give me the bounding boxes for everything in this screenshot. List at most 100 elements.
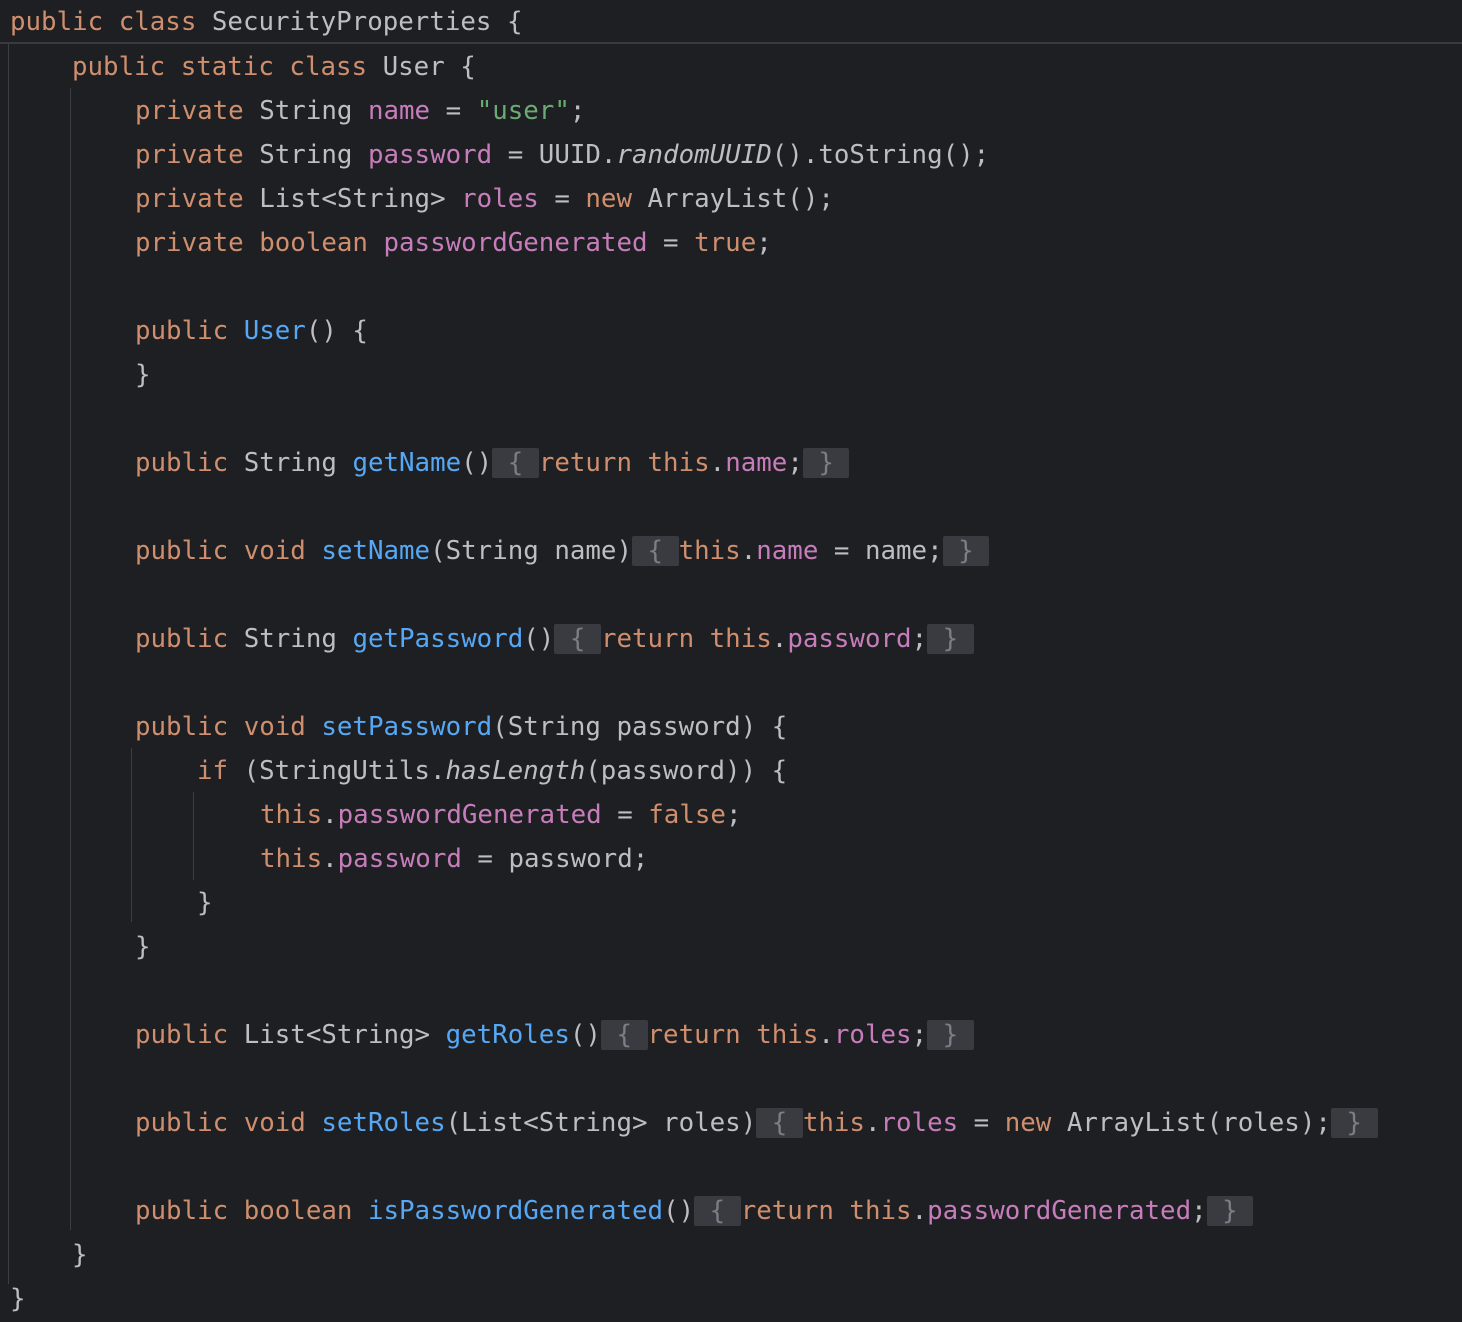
code-token: (String password) { <box>492 712 788 742</box>
code-line-if-close[interactable]: } <box>197 881 213 925</box>
method-token: setName <box>321 536 431 566</box>
code-line-get-name[interactable]: public String getName() { return this.na… <box>135 441 850 485</box>
fold-marker[interactable]: { <box>632 536 679 566</box>
code-line-is-password-generated[interactable]: public boolean isPasswordGenerated() { r… <box>135 1189 1254 1233</box>
code-token: = name; <box>818 536 943 566</box>
code-token: ; <box>725 800 742 830</box>
code-line-get-roles[interactable]: public List<String> getRoles() { return … <box>135 1013 974 1057</box>
code-line-field-name[interactable]: private String name = "user"; <box>135 89 585 133</box>
code-line-inner-class-close[interactable]: } <box>72 1233 88 1277</box>
code-token: = <box>647 228 695 258</box>
indent-guide <box>8 44 9 1284</box>
keyword-token: true <box>694 228 757 258</box>
keyword-token: public <box>135 624 244 654</box>
code-token: . <box>818 1020 834 1050</box>
field-token: password <box>787 624 912 654</box>
code-token: String <box>259 96 368 126</box>
code-token: } <box>197 888 213 918</box>
code-token: = <box>601 800 649 830</box>
keyword-token: return this <box>740 1196 912 1226</box>
keyword-token: this <box>260 844 323 874</box>
keyword-token: public void <box>135 536 322 566</box>
fold-marker[interactable]: } <box>802 448 850 478</box>
code-line-assign-password-generated[interactable]: this.passwordGenerated = false; <box>260 793 741 837</box>
keyword-token: private boolean <box>135 228 384 258</box>
keyword-token: new <box>585 184 648 214</box>
code-line-set-roles[interactable]: public void setRoles(List<String> roles)… <box>135 1101 1378 1145</box>
code-line-class-declaration[interactable]: public class SecurityProperties { <box>10 0 523 44</box>
code-token: ; <box>911 1020 928 1050</box>
code-editor[interactable]: public class SecurityProperties { public… <box>0 0 1462 1322</box>
fold-marker[interactable]: { <box>554 624 601 654</box>
field-token: roles <box>833 1020 912 1050</box>
code-line-set-password-close[interactable]: } <box>135 925 151 969</box>
code-line-get-password[interactable]: public String getPassword() { return thi… <box>135 617 974 661</box>
keyword-token: return this <box>600 624 772 654</box>
code-line-set-password[interactable]: public void setPassword(String password)… <box>135 705 787 749</box>
code-token: () <box>461 448 493 478</box>
code-token: ; <box>756 228 772 258</box>
code-token: SecurityProperties { <box>211 7 523 37</box>
static-method-token: randomUUID <box>616 140 772 170</box>
code-line-constructor-close[interactable]: } <box>135 353 151 397</box>
code-line-set-name[interactable]: public void setName(String name) { this.… <box>135 529 990 573</box>
field-token: password <box>337 844 462 874</box>
code-token: . <box>322 800 338 830</box>
code-token: . <box>322 844 338 874</box>
method-token: setPassword <box>321 712 493 742</box>
code-token: (password)) { <box>585 756 788 786</box>
keyword-token: if <box>197 756 244 786</box>
code-token: String <box>259 140 368 170</box>
field-token: passwordGenerated <box>337 800 602 830</box>
code-token: ; <box>1191 1196 1207 1226</box>
fold-marker[interactable]: } <box>942 536 990 566</box>
code-token: = <box>538 184 586 214</box>
keyword-token: private <box>135 96 260 126</box>
code-line-constructor[interactable]: public User() { <box>135 309 368 353</box>
code-token: (StringUtils. <box>243 756 446 786</box>
code-line-assign-password[interactable]: this.password = password; <box>260 837 648 881</box>
code-line-field-password[interactable]: private String password = UUID.randomUUI… <box>135 133 989 177</box>
method-token: getName <box>352 448 462 478</box>
code-token: = <box>958 1108 1005 1138</box>
fold-marker[interactable]: { <box>756 1108 803 1138</box>
code-token: () { <box>305 316 368 346</box>
code-line-class-close[interactable]: } <box>10 1277 26 1321</box>
code-token: = UUID. <box>492 140 617 170</box>
keyword-token: public void <box>135 712 322 742</box>
code-line-field-roles[interactable]: private List<String> roles = new ArrayLi… <box>135 177 834 221</box>
fold-marker[interactable]: { <box>492 448 539 478</box>
code-line-field-password-generated[interactable]: private boolean passwordGenerated = true… <box>135 221 772 265</box>
field-token: name <box>367 96 431 126</box>
code-token: . <box>864 1108 881 1138</box>
field-token: roles <box>461 184 539 214</box>
code-token: . <box>771 624 788 654</box>
code-line-if-has-length[interactable]: if (StringUtils.hasLength(password)) { <box>197 749 787 793</box>
keyword-token: false <box>648 800 726 830</box>
code-token: } <box>135 932 151 962</box>
fold-marker[interactable]: } <box>1330 1108 1378 1138</box>
code-token: User { <box>382 52 476 82</box>
fold-marker[interactable]: } <box>927 624 974 654</box>
fold-marker[interactable]: } <box>1206 1196 1254 1226</box>
keyword-token: return this <box>538 448 710 478</box>
code-token: (String name) <box>430 536 632 566</box>
method-token: setRoles <box>321 1108 446 1138</box>
fold-marker[interactable]: } <box>927 1020 974 1050</box>
field-token: name <box>725 448 788 478</box>
fold-marker[interactable]: { <box>600 1020 648 1050</box>
code-token: () <box>569 1020 601 1050</box>
code-line-inner-class[interactable]: public static class User { <box>72 45 476 89</box>
keyword-token: public class <box>10 7 212 37</box>
field-token: password <box>367 140 493 170</box>
code-token: } <box>72 1240 88 1270</box>
code-token: ; <box>787 448 803 478</box>
code-token: ().toString(); <box>771 140 990 170</box>
fold-marker[interactable]: { <box>694 1196 741 1226</box>
field-token: passwordGenerated <box>383 228 648 258</box>
code-token: ArrayList(); <box>647 184 834 214</box>
code-token: List<String> <box>259 184 462 214</box>
keyword-token: this <box>260 800 323 830</box>
indent-guide <box>193 792 194 880</box>
method-token: getPassword <box>352 624 524 654</box>
